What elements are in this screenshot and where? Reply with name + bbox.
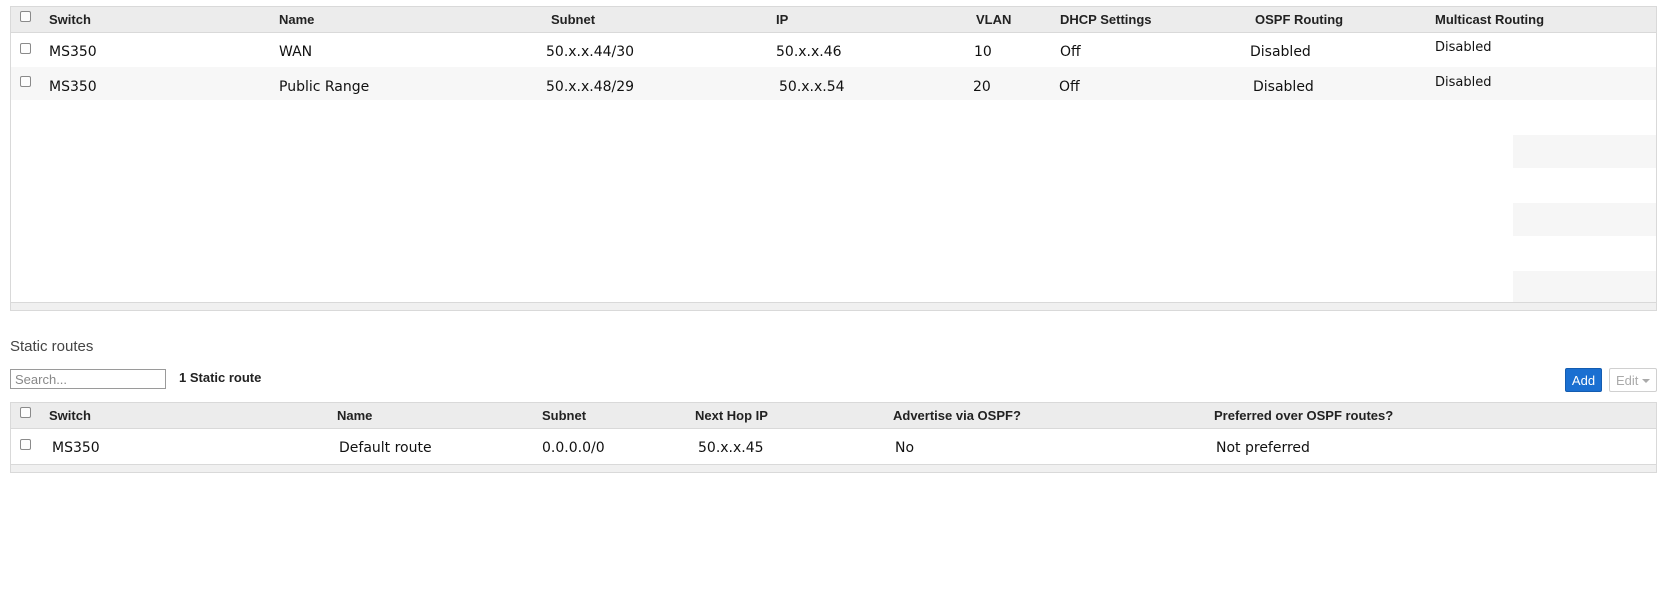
cell-dhcp: Off bbox=[1059, 79, 1080, 95]
table-row[interactable]: MS350 WAN 50.x.x.44/30 50.x.x.46 10 Off … bbox=[11, 34, 1656, 67]
cell-next-hop: 50.x.x.45 bbox=[698, 440, 764, 456]
cell-ospf: Disabled bbox=[1250, 44, 1311, 60]
cell-switch: MS350 bbox=[52, 440, 100, 456]
empty-row-stripe bbox=[1513, 271, 1656, 302]
cell-name: WAN bbox=[279, 44, 313, 60]
column-header-name[interactable]: Name bbox=[279, 12, 314, 27]
empty-row-stripe bbox=[1513, 135, 1656, 168]
select-all-checkbox[interactable] bbox=[20, 11, 31, 22]
column-header-vlan[interactable]: VLAN bbox=[976, 12, 1011, 27]
cell-vlan: 20 bbox=[973, 79, 991, 95]
edit-button-label: Edit bbox=[1616, 372, 1639, 388]
column-header-subnet[interactable]: Subnet bbox=[551, 12, 595, 27]
cell-subnet: 50.x.x.48/29 bbox=[546, 79, 635, 95]
column-header-next-hop[interactable]: Next Hop IP bbox=[695, 408, 768, 423]
section-title: Static routes bbox=[10, 338, 94, 355]
cell-switch: MS350 bbox=[49, 44, 97, 60]
cell-multicast: Disabled bbox=[1435, 40, 1492, 55]
caret-down-icon bbox=[1642, 379, 1650, 383]
cell-multicast: Disabled bbox=[1435, 75, 1492, 90]
cell-ip: 50.x.x.54 bbox=[779, 79, 845, 95]
column-header-multicast[interactable]: Multicast Routing bbox=[1435, 12, 1544, 27]
column-header-ip[interactable]: IP bbox=[776, 12, 788, 27]
row-checkbox[interactable] bbox=[20, 76, 31, 87]
cell-vlan: 10 bbox=[974, 44, 992, 60]
static-routes-table: Switch Name Subnet Next Hop IP Advertise… bbox=[10, 402, 1657, 473]
cell-switch: MS350 bbox=[49, 79, 97, 95]
table-row[interactable]: MS350 Default route 0.0.0.0/0 50.x.x.45 … bbox=[11, 430, 1656, 464]
table-row[interactable]: MS350 Public Range 50.x.x.48/29 50.x.x.5… bbox=[11, 67, 1656, 100]
route-count: 1 Static route bbox=[179, 370, 262, 385]
cell-dhcp: Off bbox=[1060, 44, 1081, 60]
column-header-switch[interactable]: Switch bbox=[49, 408, 91, 423]
add-button[interactable]: Add bbox=[1565, 368, 1602, 392]
interfaces-table-footer bbox=[11, 302, 1656, 310]
edit-dropdown-button[interactable]: Edit bbox=[1609, 368, 1657, 392]
search-input[interactable] bbox=[10, 369, 166, 389]
cell-subnet: 0.0.0.0/0 bbox=[542, 440, 605, 456]
cell-name: Default route bbox=[339, 440, 432, 456]
interfaces-table: Switch Name Subnet IP VLAN DHCP Settings… bbox=[10, 6, 1657, 311]
empty-row-stripe bbox=[1513, 203, 1656, 236]
column-header-ospf[interactable]: OSPF Routing bbox=[1255, 12, 1343, 27]
cell-name: Public Range bbox=[279, 79, 370, 95]
cell-subnet: 50.x.x.44/30 bbox=[546, 44, 635, 60]
row-checkbox[interactable] bbox=[20, 439, 31, 450]
column-header-advertise[interactable]: Advertise via OSPF? bbox=[893, 408, 1021, 423]
row-checkbox[interactable] bbox=[20, 43, 31, 54]
cell-preferred: Not preferred bbox=[1216, 440, 1310, 456]
cell-advertise: No bbox=[895, 440, 915, 456]
cell-ospf: Disabled bbox=[1253, 79, 1314, 95]
select-all-checkbox[interactable] bbox=[20, 407, 31, 418]
cell-ip: 50.x.x.46 bbox=[776, 44, 842, 60]
static-routes-table-header: Switch Name Subnet Next Hop IP Advertise… bbox=[11, 403, 1656, 429]
column-header-switch[interactable]: Switch bbox=[49, 12, 91, 27]
column-header-subnet[interactable]: Subnet bbox=[542, 408, 586, 423]
column-header-preferred[interactable]: Preferred over OSPF routes? bbox=[1214, 408, 1393, 423]
static-routes-table-footer bbox=[11, 464, 1656, 472]
column-header-name[interactable]: Name bbox=[337, 408, 372, 423]
interfaces-table-header: Switch Name Subnet IP VLAN DHCP Settings… bbox=[11, 7, 1656, 33]
column-header-dhcp[interactable]: DHCP Settings bbox=[1060, 12, 1152, 27]
